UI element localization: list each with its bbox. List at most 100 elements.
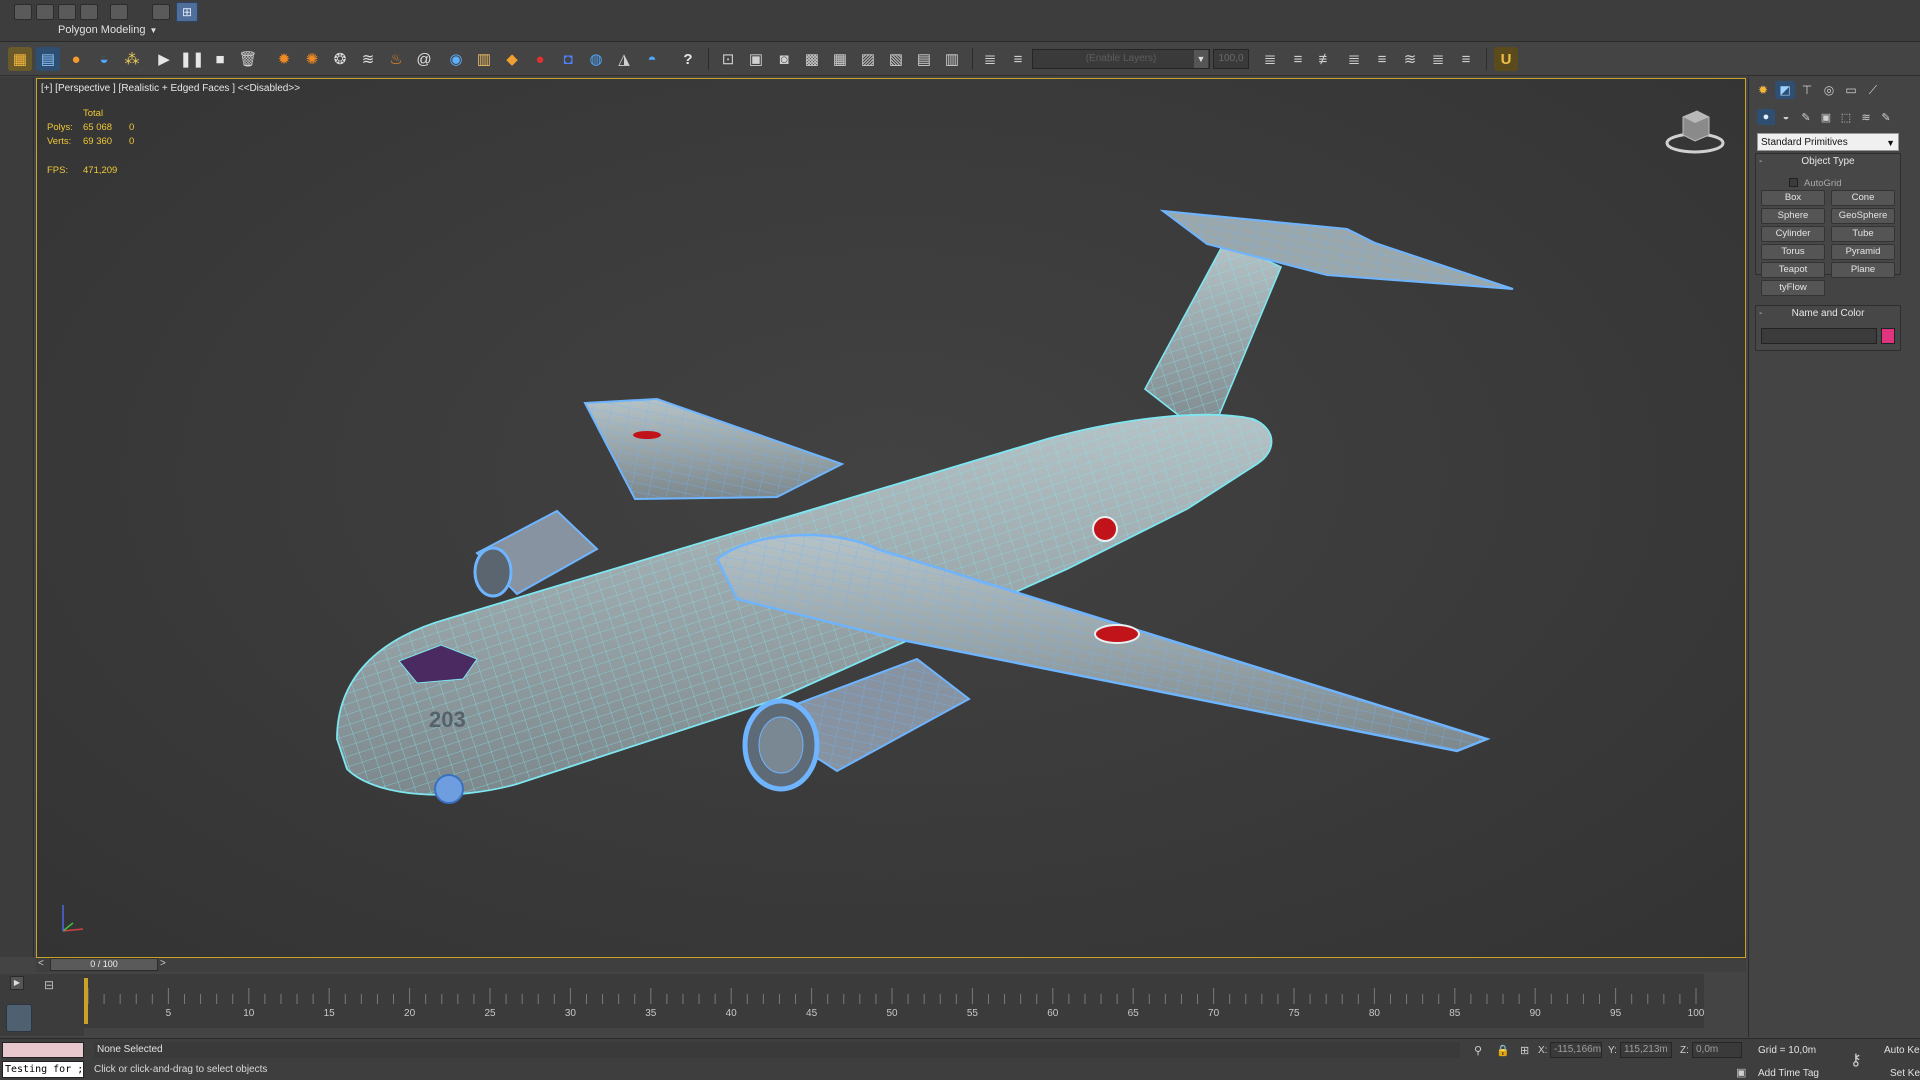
- fuel-icon[interactable]: ♨: [384, 47, 408, 71]
- active-shade-icon[interactable]: ▥: [940, 47, 964, 71]
- x-coordinate-field[interactable]: -115,166m: [1550, 1042, 1602, 1058]
- pause-icon[interactable]: ❚❚: [179, 47, 204, 71]
- lights-icon[interactable]: ✎: [1797, 109, 1815, 125]
- flame-source-icon[interactable]: ✹: [272, 47, 296, 71]
- cameras-icon[interactable]: ▣: [1817, 109, 1835, 125]
- create-tab-icon[interactable]: ✹: [1753, 81, 1773, 99]
- aircraft-model[interactable]: 203: [37, 79, 1746, 958]
- fire-icon[interactable]: ●: [64, 47, 88, 71]
- render-setup-icon[interactable]: ⊡: [716, 47, 740, 71]
- track-bar[interactable]: 5 10 15 20 25 30 35 40 45 50 55 60 65 70 75 80 85 90 95 100: [84, 974, 1704, 1028]
- save-file-icon[interactable]: [58, 4, 76, 20]
- bucket-icon[interactable]: ▥: [472, 47, 496, 71]
- key-filter-icon[interactable]: ⊟: [44, 978, 64, 992]
- auto-key-button[interactable]: Auto Ke: [1884, 1045, 1920, 1056]
- layer-delete-icon[interactable]: ≢: [1314, 47, 1338, 71]
- geosphere-button[interactable]: GeoSphere: [1831, 208, 1895, 224]
- foam-icon[interactable]: ◍: [584, 47, 608, 71]
- viewcube-icon[interactable]: [1665, 103, 1725, 155]
- isolate-icon[interactable]: ⚲: [1474, 1044, 1482, 1057]
- display-tab-icon[interactable]: ▭: [1841, 81, 1861, 99]
- utilities-tab-icon[interactable]: ⟋: [1863, 81, 1883, 99]
- layer-freeze-icon[interactable]: ≋: [1398, 47, 1422, 71]
- cone-button[interactable]: Cone: [1831, 190, 1895, 206]
- spinner-field[interactable]: 100,0: [1213, 49, 1249, 69]
- render-last-icon[interactable]: ▤: [912, 47, 936, 71]
- help-icon[interactable]: ?: [676, 47, 700, 71]
- particles-icon[interactable]: ⁂: [120, 47, 144, 71]
- hierarchy-tab-icon[interactable]: ⊤: [1797, 81, 1817, 99]
- mini-curve-editor-toggle[interactable]: ▶: [10, 976, 24, 990]
- torus-button[interactable]: Torus: [1761, 244, 1825, 260]
- spacewarps-icon[interactable]: ≋: [1857, 109, 1875, 125]
- z-coordinate-field[interactable]: 0,0m: [1692, 1042, 1742, 1058]
- stop-icon[interactable]: ■: [208, 47, 232, 71]
- object-color-swatch[interactable]: [1881, 328, 1895, 344]
- maxscript-mini-listener-output[interactable]: [2, 1042, 84, 1058]
- sphere-button[interactable]: Sphere: [1761, 208, 1825, 224]
- time-slider[interactable]: < 0 / 100 >: [36, 958, 1746, 972]
- key-icon[interactable]: ⚷: [1850, 1050, 1862, 1070]
- add-time-tag-button[interactable]: Add Time Tag: [1758, 1068, 1819, 1079]
- layer-select-icon[interactable]: ≣: [1342, 47, 1366, 71]
- layer-hide-icon[interactable]: ≡: [1370, 47, 1394, 71]
- collider-icon[interactable]: ◆: [500, 47, 524, 71]
- time-slider-thumb[interactable]: 0 / 100: [50, 958, 158, 971]
- maxscript-listener-icon[interactable]: [6, 1004, 32, 1032]
- tube-button[interactable]: Tube: [1831, 226, 1895, 242]
- tyflow-icon[interactable]: ▦: [8, 47, 32, 71]
- ocean-icon[interactable]: ◮: [612, 47, 636, 71]
- smoke-icon[interactable]: ❂: [328, 47, 352, 71]
- current-frame-marker[interactable]: [84, 978, 88, 1024]
- splash-icon[interactable]: ◓: [640, 47, 664, 71]
- object-name-field[interactable]: [1761, 328, 1877, 344]
- box-button[interactable]: Box: [1761, 190, 1825, 206]
- environment-icon[interactable]: ▧: [884, 47, 908, 71]
- modify-tab-icon[interactable]: ◩: [1775, 81, 1795, 99]
- maxscript-mini-listener-input[interactable]: Testing for ;: [2, 1061, 84, 1078]
- layer-manager-icon[interactable]: ≣: [1258, 47, 1282, 71]
- perspective-viewport[interactable]: 203 [+] [Perspective ] [Realistic + Edge…: [36, 78, 1746, 958]
- y-coordinate-field[interactable]: 115,213m: [1620, 1042, 1672, 1058]
- wind-icon[interactable]: ≋: [356, 47, 380, 71]
- autogrid-checkbox[interactable]: AutoGrid: [1789, 178, 1842, 189]
- flame-emitter-icon[interactable]: ✺: [300, 47, 324, 71]
- project-folder-icon[interactable]: [152, 4, 170, 20]
- layer-add-icon[interactable]: ≡: [1006, 47, 1030, 71]
- render-icon[interactable]: ◙: [772, 47, 796, 71]
- kill-icon[interactable]: ●: [528, 47, 552, 71]
- layer-explorer-icon[interactable]: ≣: [978, 47, 1002, 71]
- layer-new-icon[interactable]: ≡: [1286, 47, 1310, 71]
- new-scene-icon[interactable]: [14, 4, 32, 20]
- toggle-ribbon-icon[interactable]: ⊞: [176, 2, 198, 22]
- chevron-down-icon[interactable]: ▼: [1194, 50, 1208, 68]
- layer-dropdown[interactable]: (Enable Layers): [1032, 49, 1210, 69]
- curve-editor-icon[interactable]: ▨: [856, 47, 880, 71]
- grid-tool-icon[interactable]: ▤: [36, 47, 60, 71]
- render-frame-icon[interactable]: ▣: [744, 47, 768, 71]
- time-tag-icon[interactable]: ▣: [1736, 1066, 1746, 1079]
- viewport-label-menu[interactable]: [+] [Perspective ] [Realistic + Edged Fa…: [41, 83, 300, 94]
- liquid-icon[interactable]: ◉: [444, 47, 468, 71]
- undo-icon[interactable]: [80, 4, 98, 20]
- layer-isolate-icon[interactable]: ≣: [1426, 47, 1450, 71]
- workspace-menu[interactable]: Polygon Modeling ▼: [58, 24, 157, 36]
- redo-icon[interactable]: [110, 4, 128, 20]
- pyramid-button[interactable]: Pyramid: [1831, 244, 1895, 260]
- tyflow-button[interactable]: tyFlow: [1761, 280, 1825, 296]
- systems-icon[interactable]: ✎: [1877, 109, 1895, 125]
- time-slider-next[interactable]: >: [160, 958, 166, 969]
- play-icon[interactable]: ▶: [152, 47, 176, 71]
- layer-props-icon[interactable]: ≡: [1454, 47, 1478, 71]
- magnet-snap-icon[interactable]: U: [1494, 47, 1518, 71]
- set-key-button[interactable]: Set Key: [1890, 1068, 1920, 1079]
- time-slider-prev[interactable]: <: [38, 958, 44, 969]
- vortex-icon[interactable]: @: [412, 47, 436, 71]
- schematic-icon[interactable]: ▦: [828, 47, 852, 71]
- plane-button[interactable]: Plane: [1831, 262, 1895, 278]
- water-icon[interactable]: ◒: [92, 47, 116, 71]
- name-and-color-header[interactable]: - Name and Color: [1755, 307, 1901, 321]
- trash-icon[interactable]: 🗑: [236, 47, 260, 71]
- primitive-category-select[interactable]: Standard Primitives ▼: [1757, 133, 1899, 151]
- open-file-icon[interactable]: [36, 4, 54, 20]
